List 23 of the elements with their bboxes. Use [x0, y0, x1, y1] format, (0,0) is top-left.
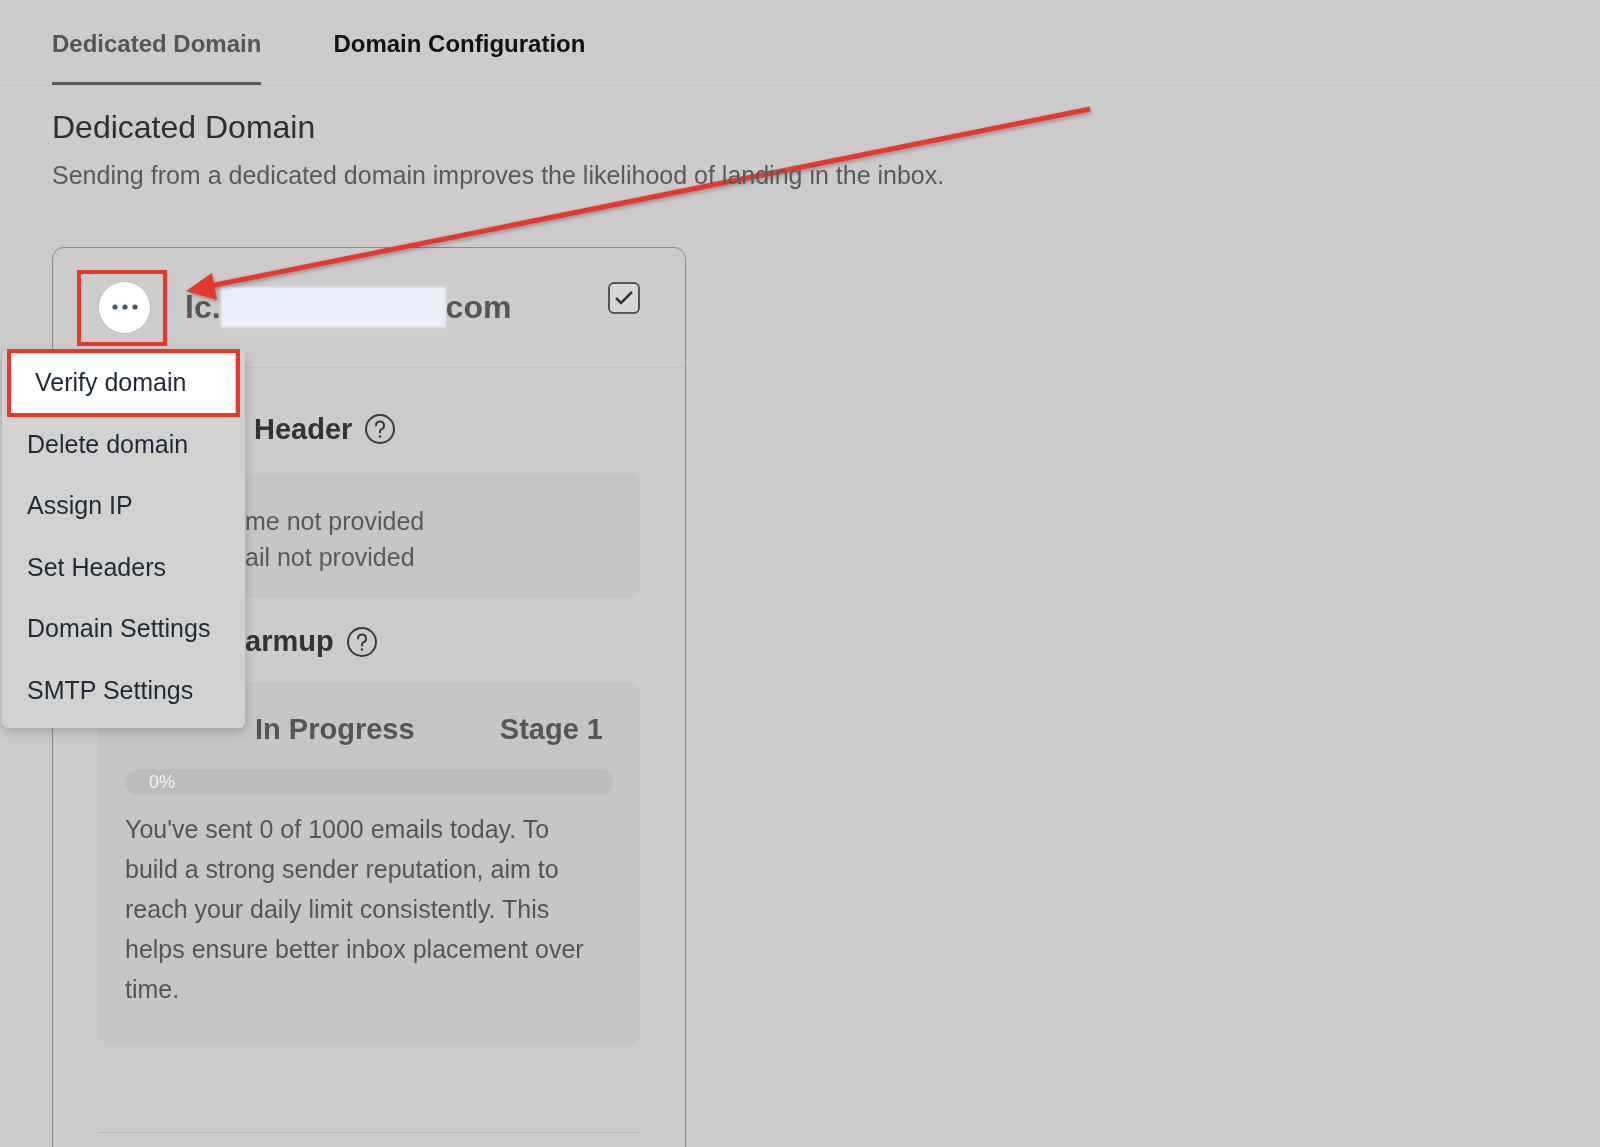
tab[interactable]: Dedicated Domain [52, 0, 262, 85]
page-title: Dedicated Domain [52, 108, 317, 147]
section-title: armup [245, 624, 334, 659]
domain-name-start: lc. [185, 288, 221, 327]
menu-item[interactable]: Set Headers [2, 536, 245, 598]
help-icon[interactable] [364, 413, 397, 446]
warmup-message: You've sent 0 of 1000 emails today. To build a strong sender reputation, aim to reach your daily limit consistently. This helps ensure better inbox placement over time. [125, 814, 585, 1005]
menu-item[interactable]: Assign IP [2, 475, 245, 537]
sender-info-text: ail not provided [245, 542, 416, 573]
sender-info-text: me not provided [245, 506, 426, 537]
menu-item[interactable]: SMTP Settings [2, 659, 245, 721]
menu-item[interactable]: Verify domain [10, 352, 235, 414]
help-icon[interactable] [345, 625, 378, 658]
section-title: Header [254, 411, 353, 447]
domain-name-end: com [445, 288, 512, 327]
menu-item[interactable]: Domain Settings [2, 598, 245, 660]
warmup-stage: Stage 1 [499, 711, 603, 747]
warmup-status: In Progress [255, 711, 415, 747]
tab[interactable]: Domain Configuration [333, 0, 586, 85]
check-icon [614, 290, 634, 306]
menu-item[interactable]: Delete domain [2, 413, 245, 475]
checkbox[interactable] [608, 282, 640, 314]
more-icon [111, 304, 138, 310]
